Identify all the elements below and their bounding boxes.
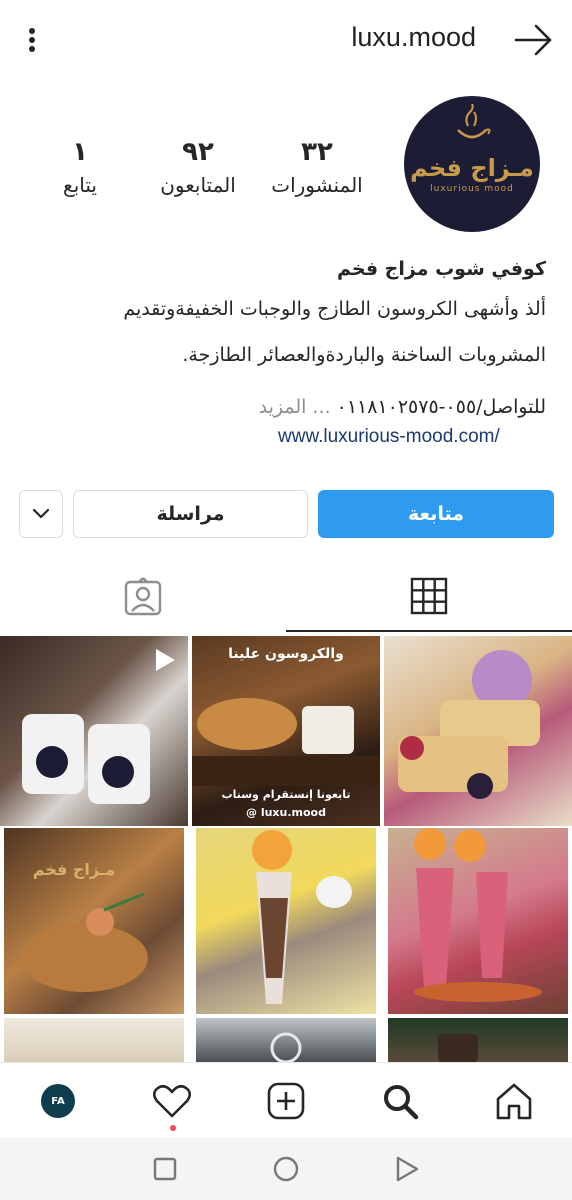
car-emblem-image: [270, 1032, 302, 1062]
home-icon: [496, 1083, 532, 1120]
bio-contact-line: للتواصل/٠٥٥-٠١١٨١٠٢٥٧٥ ... المزيد: [16, 396, 546, 418]
suggested-dropdown-button[interactable]: [19, 490, 63, 538]
croissant-coffee-image: [192, 698, 380, 786]
following-label: يتابع: [63, 173, 97, 197]
recents-square-icon[interactable]: [152, 1156, 178, 1182]
post-tile-berry-shakes[interactable]: [388, 828, 568, 1014]
plus-square-icon: [267, 1082, 305, 1120]
berry-shakes-image: [414, 828, 542, 1002]
nav-new-post[interactable]: [266, 1081, 306, 1121]
post-tile-candles[interactable]: [0, 636, 188, 826]
tile-caption-handle: @ luxu.mood: [246, 806, 326, 819]
waffles-image: [398, 650, 540, 799]
bio-website-link[interactable]: www.luxurious-mood.com/: [278, 426, 500, 448]
profile-avatar[interactable]: مـزاج فخم luxurious mood: [404, 96, 540, 232]
bio-more-link[interactable]: ... المزيد: [259, 396, 331, 418]
bottom-navigation: FA: [0, 1062, 572, 1138]
tile-logo-text: مـزاج فخم: [32, 860, 116, 879]
system-navigation-bar: [0, 1138, 572, 1200]
profile-nav-avatar: FA: [41, 1084, 75, 1118]
arrow-right-icon[interactable]: [514, 22, 554, 58]
posts-label: المنشورات: [271, 173, 363, 197]
followers-label: المتابعون: [160, 173, 236, 197]
more-vertical-icon[interactable]: [18, 24, 46, 56]
post-tile-croissant-coffee[interactable]: والكروسون علينا تابعونا إنستقرام وسناب @…: [192, 636, 380, 826]
post-tile-partial[interactable]: [4, 1018, 184, 1062]
post-tile-croissant-logo[interactable]: مـزاج فخم: [4, 828, 184, 1014]
stat-followers[interactable]: ٩٢ المتابعون: [148, 134, 248, 200]
profile-tabs: [0, 562, 572, 634]
stat-posts[interactable]: ٣٢ المنشورات: [262, 134, 372, 200]
bio-contact: للتواصل/٠٥٥-٠١١٨١٠٢٥٧٥: [336, 396, 546, 418]
tile-caption-top: والكروسون علينا: [228, 646, 344, 662]
posts-count: ٣٢: [301, 137, 333, 167]
heart-icon: [153, 1084, 191, 1118]
follow-button[interactable]: متابعة: [318, 490, 554, 538]
post-tile-waffles[interactable]: [384, 636, 572, 826]
video-play-icon: [156, 649, 175, 671]
grid-icon: [410, 577, 448, 615]
following-count: ١: [72, 137, 88, 167]
bio-text-line: ألذ وأشهى الكروسون الطازج والوجبات الخفي…: [123, 298, 546, 320]
notification-dot: [170, 1125, 176, 1131]
tab-tagged[interactable]: [0, 562, 286, 632]
coffee-cup-image: [438, 1034, 478, 1062]
bio-name: كوفي شوب مزاج فخم: [337, 258, 546, 280]
avatar-logo-arabic: مـزاج فخم: [410, 154, 534, 182]
post-tile-milkshake[interactable]: [196, 828, 376, 1014]
avatar-logo-english: luxurious mood: [430, 184, 514, 194]
back-triangle-icon[interactable]: [394, 1156, 420, 1182]
message-button[interactable]: مراسلة: [73, 490, 308, 538]
stat-following[interactable]: ١ يتابع: [50, 134, 110, 200]
tagged-person-icon: [124, 577, 162, 616]
coffee-cup-logo-icon: [457, 104, 491, 139]
tile-caption-bottom: تابعونا إنستقرام وسناب: [221, 788, 351, 801]
profile-username: luxu.mood: [351, 22, 476, 52]
nav-profile[interactable]: FA: [38, 1081, 78, 1121]
nav-home[interactable]: [494, 1081, 534, 1121]
nav-search[interactable]: [380, 1081, 420, 1121]
nav-activity[interactable]: [152, 1081, 192, 1131]
home-circle-icon[interactable]: [273, 1156, 299, 1182]
candle-jars-image: [22, 714, 150, 804]
post-tile-partial[interactable]: [388, 1018, 568, 1062]
croissant-image: [20, 892, 148, 992]
top-bar: luxu.mood: [0, 0, 572, 80]
milkshake-image: [252, 830, 352, 1004]
tab-grid[interactable]: [286, 562, 572, 632]
chevron-down-icon: [32, 508, 50, 519]
search-icon: [384, 1085, 419, 1120]
post-tile-partial[interactable]: [196, 1018, 376, 1062]
followers-count: ٩٢: [182, 137, 214, 167]
bio-text-line: المشروبات الساخنة والباردةوالعصائر الطاز…: [182, 344, 546, 366]
